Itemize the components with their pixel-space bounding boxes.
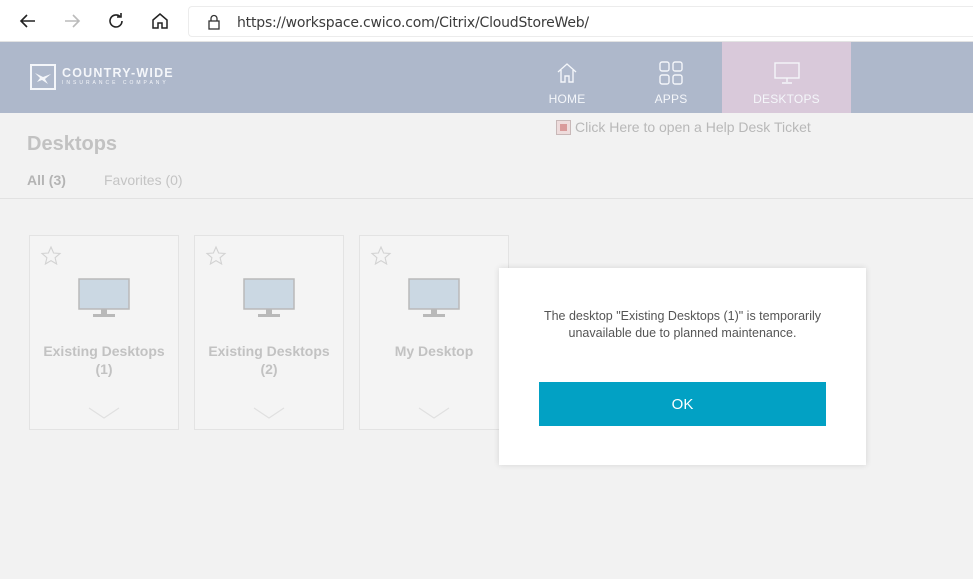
desktop-tile[interactable]: Existing Desktops (2)	[194, 235, 344, 430]
tab-label: DESKTOPS	[753, 92, 820, 106]
desktop-tile[interactable]: My Desktop	[359, 235, 509, 430]
tab-home[interactable]: HOME	[532, 42, 602, 113]
maintenance-dialog: The desktop "Existing Desktops (1)" is t…	[499, 268, 866, 465]
monitor-icon	[773, 61, 800, 85]
favorite-star-icon[interactable]	[40, 245, 62, 272]
home-icon[interactable]	[147, 8, 173, 34]
helpdesk-link[interactable]: Click Here to open a Help Desk Ticket	[556, 119, 811, 135]
ok-button[interactable]: OK	[539, 382, 826, 426]
tab-desktops[interactable]: DESKTOPS	[722, 42, 851, 113]
monitor-icon	[78, 278, 130, 323]
company-logo: COUNTRY-WIDE INSURANCE COMPANY	[30, 64, 174, 90]
back-arrow-icon[interactable]	[15, 8, 41, 34]
monitor-icon	[408, 278, 460, 323]
address-bar[interactable]: https://workspace.cwico.com/Citrix/Cloud…	[188, 6, 973, 37]
logo-title: COUNTRY-WIDE	[62, 66, 174, 80]
chevron-down-icon[interactable]	[253, 406, 285, 424]
url-text[interactable]: https://workspace.cwico.com/Citrix/Cloud…	[237, 15, 589, 31]
app-header: COUNTRY-WIDE INSURANCE COMPANY HOME APPS…	[0, 42, 973, 113]
chevron-down-icon[interactable]	[418, 406, 450, 424]
filter-all[interactable]: All (3)	[27, 172, 66, 188]
page-title: Desktops	[27, 133, 118, 155]
favorite-star-icon[interactable]	[370, 245, 392, 272]
divider	[0, 198, 973, 199]
tile-name: Existing Desktops (2)	[208, 343, 330, 377]
lock-icon[interactable]	[207, 14, 221, 35]
browser-toolbar: https://workspace.cwico.com/Citrix/Cloud…	[0, 0, 973, 42]
tile-name: My Desktop	[394, 343, 474, 359]
refresh-icon[interactable]	[103, 8, 129, 34]
helpdesk-link-text: Click Here to open a Help Desk Ticket	[575, 119, 811, 135]
tile-name: Existing Desktops (1)	[43, 343, 165, 377]
monitor-icon	[243, 278, 295, 323]
logo-mark-icon	[30, 64, 56, 90]
chevron-down-icon[interactable]	[88, 406, 120, 424]
tab-label: APPS	[654, 92, 688, 106]
apps-grid-icon	[659, 61, 683, 85]
dialog-message: The desktop "Existing Desktops (1)" is t…	[543, 309, 822, 340]
favorite-star-icon[interactable]	[205, 245, 227, 272]
tab-apps[interactable]: APPS	[636, 42, 706, 113]
logo-subtitle: INSURANCE COMPANY	[62, 80, 169, 86]
filter-favorites[interactable]: Favorites (0)	[104, 172, 183, 188]
desktop-tile[interactable]: Existing Desktops (1)	[29, 235, 179, 430]
forward-arrow-icon[interactable]	[59, 8, 85, 34]
tab-label: HOME	[548, 92, 586, 106]
ticket-icon	[556, 119, 571, 135]
home-icon	[555, 61, 579, 85]
